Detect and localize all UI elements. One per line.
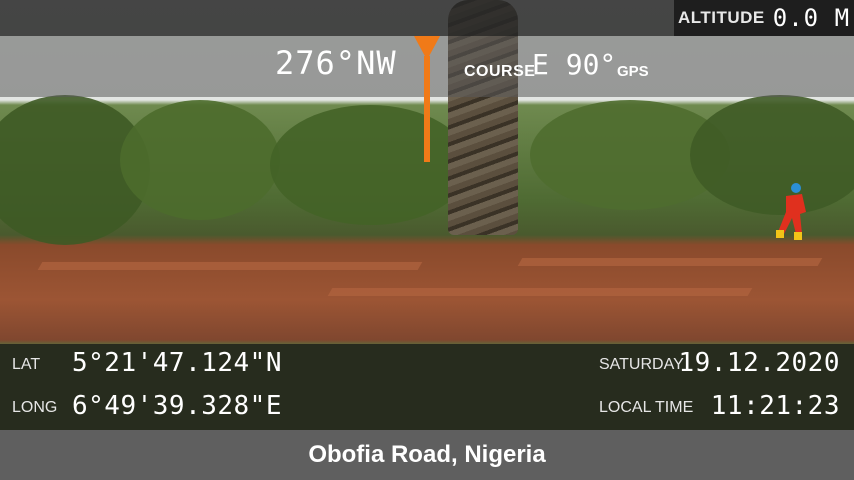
lat-value: 5°21'47.124"N [72, 348, 282, 378]
date-value: 19.12.2020 [678, 348, 840, 378]
long-label: LONG [12, 399, 58, 416]
bush [120, 100, 280, 220]
gps-label: GPS [617, 63, 649, 80]
soil-ridge [327, 288, 753, 296]
time-value: 11:21:23 [710, 391, 840, 421]
soil-ridge [37, 262, 423, 270]
bush [270, 105, 470, 225]
worker-figure [776, 183, 806, 240]
altitude-box: ALTITUDE 0.0 M [674, 0, 854, 36]
course-value: E 90° [532, 48, 617, 81]
long-value: 6°49'39.328"E [72, 391, 282, 421]
altitude-value: 0.0 M [772, 4, 851, 32]
day-label: SATURDAY [599, 356, 684, 373]
altitude-label: ALTITUDE [677, 8, 765, 27]
soil-ridge [517, 258, 823, 266]
location-bar: Obofia Road, Nigeria [0, 430, 854, 480]
time-label: LOCAL TIME [599, 399, 694, 416]
course-label: COURSE [464, 63, 536, 80]
location-label: Obofia Road, Nigeria [308, 441, 546, 468]
heading-pointer-line [424, 56, 430, 162]
heading-value: 276°NW [275, 44, 397, 82]
lat-label: LAT [12, 356, 41, 373]
